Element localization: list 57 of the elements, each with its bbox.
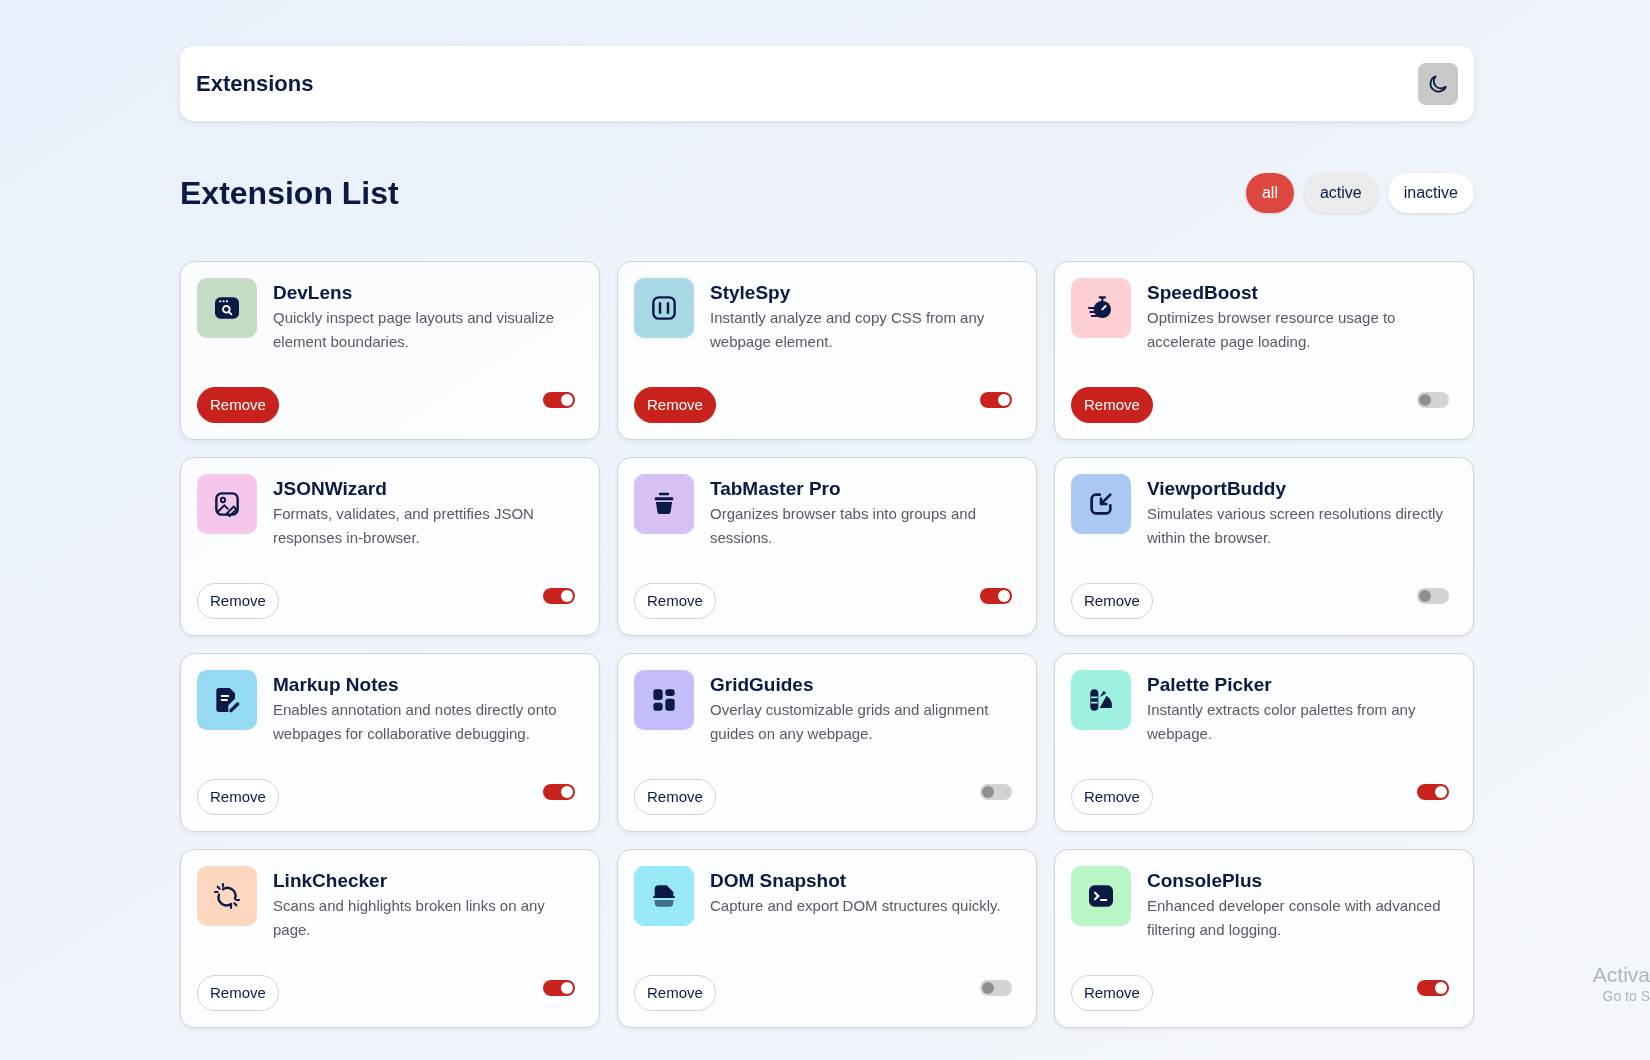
extension-name: ConsolePlus: [1147, 869, 1264, 893]
remove-button[interactable]: Remove: [634, 387, 716, 423]
extension-description: Quickly inspect page layouts and visualize element boundaries.: [273, 308, 555, 352]
toggle-switch[interactable]: [1417, 392, 1449, 408]
toggle-switch[interactable]: [543, 784, 575, 800]
extension-description: Optimizes browser resource usage to accelerate page loading.: [1147, 308, 1397, 352]
toggle-switch[interactable]: [980, 392, 1012, 408]
remove-button[interactable]: Remove: [197, 583, 279, 619]
extension-name: GridGuides: [710, 673, 815, 697]
toggle-switch[interactable]: [543, 980, 575, 996]
extension-name: DOM Snapshot: [710, 869, 848, 893]
toggle-switch[interactable]: [543, 588, 575, 604]
activation-notice: Activa: [1592, 962, 1650, 988]
remove-button[interactable]: Remove: [634, 583, 716, 619]
broken-link-icon: [211, 880, 243, 912]
extension-name: LinkChecker: [273, 869, 389, 893]
remove-button[interactable]: Remove: [197, 975, 279, 1011]
extension-description: Enables annotation and notes directly onto webpages for collaborative debugging.: [273, 700, 558, 744]
extension-description: Formats, validates, and prettifies JSON responses in-browser.: [273, 504, 535, 548]
remove-button[interactable]: Remove: [197, 779, 279, 815]
remove-button[interactable]: Remove: [197, 387, 279, 423]
extension-description: Enhanced developer console with advanced filtering and logging.: [1147, 896, 1442, 940]
section-title: Extension List: [180, 174, 399, 213]
toggle-switch[interactable]: [1417, 588, 1449, 604]
extension-name: TabMaster Pro: [710, 477, 842, 501]
toggle-switch[interactable]: [543, 392, 575, 408]
extension-description: Scans and highlights broken links on any page.: [273, 896, 546, 940]
toggle-switch[interactable]: [980, 588, 1012, 604]
remove-button[interactable]: Remove: [1071, 387, 1153, 423]
extension-description: Organizes browser tabs into groups and sessions.: [710, 504, 977, 548]
remove-button[interactable]: Remove: [634, 779, 716, 815]
toggle-switch[interactable]: [1417, 784, 1449, 800]
filter-tab[interactable]: active: [1303, 173, 1378, 213]
theme-toggle-button[interactable]: [1418, 62, 1458, 105]
extension-description: Capture and export DOM structures quickly.: [710, 896, 1001, 916]
extension-name: SpeedBoost: [1147, 281, 1259, 305]
extension-description: Instantly analyze and copy CSS from any webpage element.: [710, 308, 986, 352]
remove-button[interactable]: Remove: [1071, 975, 1153, 1011]
extension-description: Overlay customizable grids and alignment guides on any webpage.: [710, 700, 990, 744]
remove-button[interactable]: Remove: [1071, 583, 1153, 619]
extension-name: Palette Picker: [1147, 673, 1273, 697]
extension-name: StyleSpy: [710, 281, 792, 305]
app-title: Extensions: [196, 70, 314, 98]
remove-button[interactable]: Remove: [1071, 779, 1153, 815]
toggle-switch[interactable]: [980, 784, 1012, 800]
extension-description: Simulates various screen resolutions directly within the browser.: [1147, 504, 1444, 548]
extension-name: DevLens: [273, 281, 354, 305]
filter-tab[interactable]: inactive: [1387, 173, 1474, 213]
extension-name: Markup Notes: [273, 673, 400, 697]
extension-description: Instantly extracts color palettes from any webpage.: [1147, 700, 1417, 744]
extension-name: ViewportBuddy: [1147, 477, 1287, 501]
extension-name: JSONWizard: [273, 477, 388, 501]
toggle-switch[interactable]: [1417, 980, 1449, 996]
activation-hint: Go to S: [1601, 988, 1650, 1006]
filter-tab[interactable]: all: [1245, 173, 1294, 213]
remove-button[interactable]: Remove: [634, 975, 716, 1011]
toggle-switch[interactable]: [980, 980, 1012, 996]
